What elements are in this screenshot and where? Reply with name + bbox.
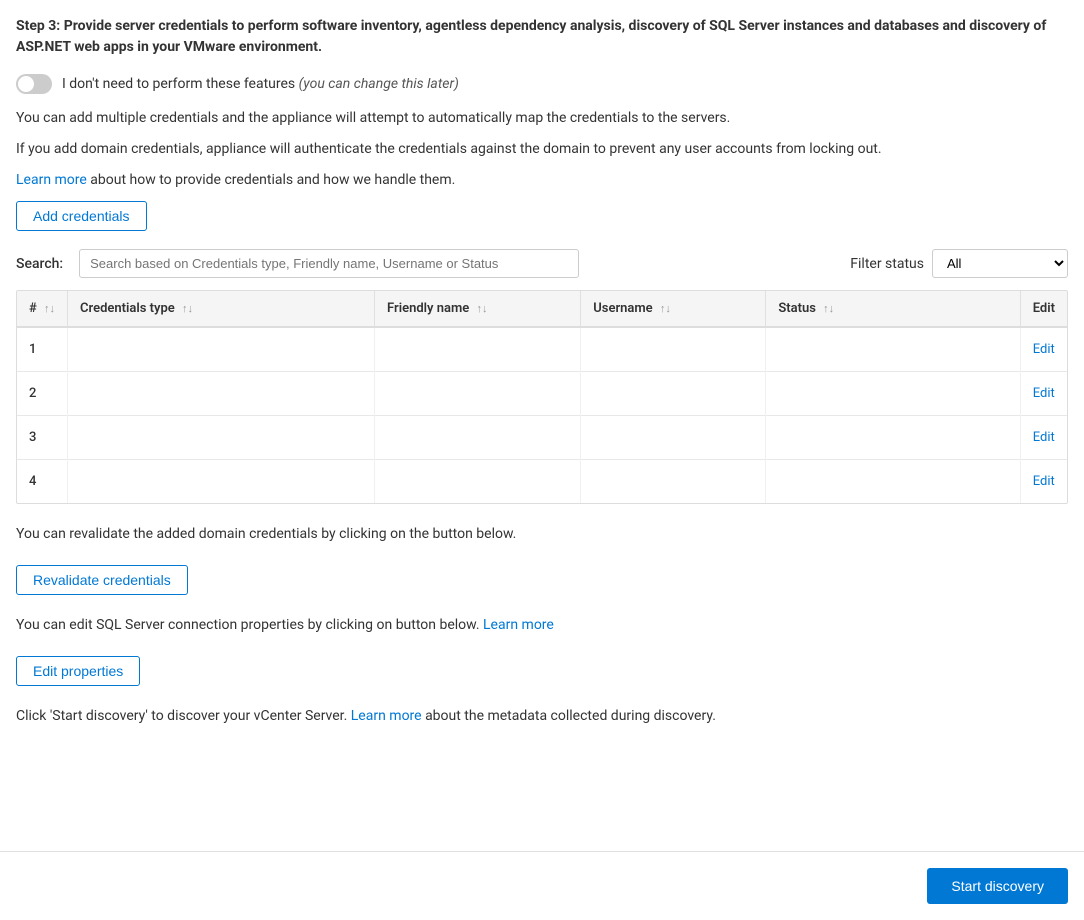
cell-num: 1 — [17, 327, 68, 371]
info-text-2: If you add domain credentials, appliance… — [16, 139, 1068, 160]
table-row: 2 Edit — [17, 371, 1067, 415]
sort-icon-num: ↑↓ — [44, 302, 55, 315]
credentials-table: # ↑↓ Credentials type ↑↓ Friendly name ↑… — [16, 290, 1068, 504]
edit-link-row-1[interactable]: Edit — [1033, 342, 1055, 357]
filter-label: Filter status — [850, 256, 924, 272]
learn-more-link-1[interactable]: Learn more — [16, 172, 87, 188]
cell-friendly-name — [375, 415, 581, 459]
start-discovery-button[interactable]: Start discovery — [927, 868, 1068, 904]
cell-status — [766, 371, 1020, 415]
table-row: 1 Edit — [17, 327, 1067, 371]
edit-link-row-2[interactable]: Edit — [1033, 386, 1055, 401]
cell-edit[interactable]: Edit — [1020, 459, 1067, 503]
cell-edit[interactable]: Edit — [1020, 415, 1067, 459]
revalidate-section: You can revalidate the added domain cred… — [16, 524, 1068, 595]
step-title: Step 3: Provide server credentials to pe… — [16, 16, 1068, 58]
info-text-1: You can add multiple credentials and the… — [16, 108, 1068, 129]
add-credentials-button[interactable]: Add credentials — [16, 201, 147, 231]
bottom-learn-more-link[interactable]: Learn more — [351, 708, 422, 724]
sort-icon-friendly-name: ↑↓ — [477, 302, 488, 315]
cell-cred-type — [68, 371, 375, 415]
cell-num: 3 — [17, 415, 68, 459]
cell-status — [766, 415, 1020, 459]
cell-friendly-name — [375, 371, 581, 415]
learn-more-row-1: Learn more about how to provide credenti… — [16, 170, 1068, 191]
col-header-username[interactable]: Username ↑↓ — [581, 291, 766, 327]
bottom-text: Click 'Start discovery' to discover your… — [16, 706, 1068, 727]
col-header-edit: Edit — [1020, 291, 1067, 327]
cell-friendly-name — [375, 327, 581, 371]
revalidate-credentials-button[interactable]: Revalidate credentials — [16, 565, 188, 595]
sort-icon-cred-type: ↑↓ — [182, 302, 193, 315]
sort-icon-status: ↑↓ — [823, 302, 834, 315]
cell-username — [581, 371, 766, 415]
edit-properties-section: You can edit SQL Server connection prope… — [16, 615, 1068, 686]
col-header-status[interactable]: Status ↑↓ — [766, 291, 1020, 327]
cell-edit[interactable]: Edit — [1020, 327, 1067, 371]
sort-icon-username: ↑↓ — [660, 302, 671, 315]
col-header-friendly-name[interactable]: Friendly name ↑↓ — [375, 291, 581, 327]
revalidate-text: You can revalidate the added domain cred… — [16, 524, 1068, 545]
filter-status-select[interactable]: All Valid Invalid Not validated — [932, 249, 1068, 278]
table-row: 3 Edit — [17, 415, 1067, 459]
cell-cred-type — [68, 415, 375, 459]
feature-toggle[interactable] — [16, 74, 52, 94]
cell-friendly-name — [375, 459, 581, 503]
edit-props-learn-more-link[interactable]: Learn more — [483, 617, 554, 633]
edit-properties-button[interactable]: Edit properties — [16, 656, 140, 686]
edit-link-row-4[interactable]: Edit — [1033, 474, 1055, 489]
cell-num: 2 — [17, 371, 68, 415]
cell-username — [581, 415, 766, 459]
cell-username — [581, 459, 766, 503]
col-header-cred-type[interactable]: Credentials type ↑↓ — [68, 291, 375, 327]
search-label: Search: — [16, 256, 63, 272]
cell-num: 4 — [17, 459, 68, 503]
footer: Start discovery — [0, 851, 1084, 920]
cell-cred-type — [68, 327, 375, 371]
edit-link-row-3[interactable]: Edit — [1033, 430, 1055, 445]
cell-cred-type — [68, 459, 375, 503]
search-input[interactable] — [79, 249, 579, 278]
table-row: 4 Edit — [17, 459, 1067, 503]
cell-edit[interactable]: Edit — [1020, 371, 1067, 415]
edit-props-text: You can edit SQL Server connection prope… — [16, 615, 1068, 636]
cell-username — [581, 327, 766, 371]
col-header-num[interactable]: # ↑↓ — [17, 291, 68, 327]
cell-status — [766, 459, 1020, 503]
cell-status — [766, 327, 1020, 371]
toggle-label: I don't need to perform these features (… — [62, 76, 459, 92]
